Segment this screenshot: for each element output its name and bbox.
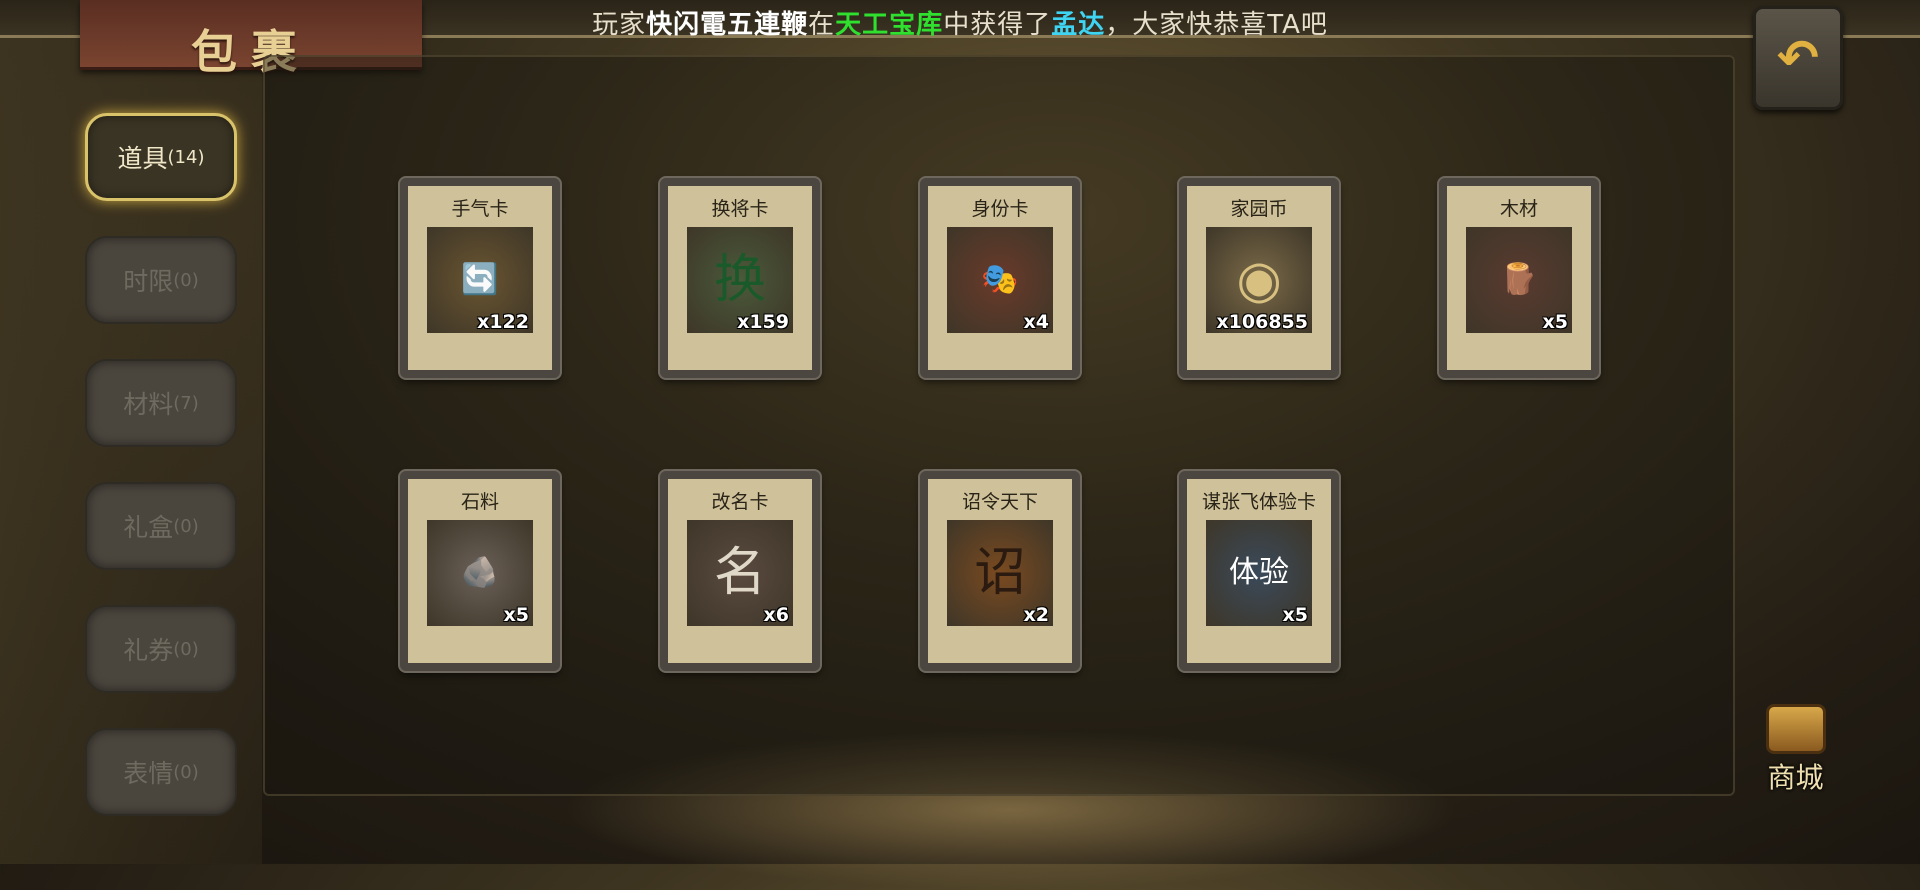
ticker-item: 孟达 — [1051, 10, 1106, 40]
item-quantity: x4 — [1023, 311, 1049, 333]
item-name: 木材 — [1499, 198, 1538, 220]
item-quantity: x5 — [503, 604, 529, 626]
item-card[interactable]: 改名卡名 x6 — [660, 471, 820, 671]
tab-label: 礼盒 — [123, 513, 174, 542]
item-quantity: x5 — [1282, 604, 1308, 626]
ticker-mid: 在 — [808, 10, 836, 40]
item-quantity: x106855 — [1216, 311, 1308, 333]
tab-count: (0) — [173, 269, 199, 291]
item-name: 手气卡 — [451, 198, 509, 220]
item-card[interactable]: 木材 🪵 x5 — [1439, 178, 1599, 378]
tab-timed[interactable]: 时限 (0) — [85, 236, 237, 324]
tab-count: (0) — [173, 515, 199, 537]
item-icon-box: 🪨 x5 — [427, 520, 533, 626]
item-name: 身份卡 — [971, 198, 1029, 220]
tab-count: (0) — [173, 638, 199, 660]
tab-label: 材料 — [123, 390, 174, 419]
item-card[interactable]: 诏令天下诏 x2 — [920, 471, 1080, 671]
item-card[interactable]: 谋张飞体验卡体验 x5 — [1179, 471, 1339, 671]
tab-emotes[interactable]: 表情 (0) — [85, 728, 237, 816]
jade-token-icon: 换 — [713, 250, 766, 310]
item-quantity: x159 — [737, 311, 789, 333]
tab-count: (14) — [167, 146, 205, 168]
opera-mask-icon: 🎭 — [981, 262, 1019, 297]
ticker-place: 天工宝库 — [835, 10, 944, 40]
shop-label: 商城 — [1767, 761, 1824, 794]
back-button[interactable]: ↶ — [1753, 6, 1843, 110]
item-icon-box: 换 x159 — [687, 227, 793, 333]
name-tag-icon: 名 — [713, 543, 766, 603]
general-portrait-icon: 体验 — [1229, 555, 1289, 590]
item-card[interactable]: 身份卡 🎭 x4 — [920, 178, 1080, 378]
shop-button[interactable]: 商城 — [1748, 704, 1843, 796]
item-icon-box: 🔄 x122 — [427, 227, 533, 333]
item-icon-box: ◉ x106855 — [1206, 227, 1312, 333]
item-icon-box: 🎭 x4 — [947, 227, 1053, 333]
back-arrow-icon: ↶ — [1777, 29, 1819, 87]
item-quantity: x122 — [477, 311, 529, 333]
ticker-player: 快闪電五連鞭 — [646, 10, 809, 40]
item-icon-box: 名 x6 — [687, 520, 793, 626]
item-name: 改名卡 — [711, 491, 769, 513]
item-name: 诏令天下 — [961, 491, 1038, 513]
item-card[interactable]: 换将卡换 x159 — [660, 178, 820, 378]
item-name: 谋张飞体验卡 — [1201, 491, 1316, 513]
tab-vouchers[interactable]: 礼券 (0) — [85, 605, 237, 693]
item-card[interactable]: 石料 🪨 x5 — [400, 471, 560, 671]
tab-materials[interactable]: 材料 (7) — [85, 359, 237, 447]
item-card[interactable]: 家园币 ◉ x106855 — [1179, 178, 1339, 378]
ticker-prefix: 玩家 — [592, 10, 647, 40]
item-quantity: x2 — [1023, 604, 1049, 626]
tab-count: (7) — [173, 392, 199, 414]
tab-label: 时限 — [123, 267, 174, 296]
item-icon-box: 🪵 x5 — [1466, 227, 1572, 333]
item-card[interactable]: 手气卡 🔄 x122 — [400, 178, 560, 378]
tab-label: 礼券 — [123, 636, 174, 665]
tab-items[interactable]: 道具 (14) — [85, 113, 237, 201]
tab-count: (0) — [173, 761, 199, 783]
tab-gift-box[interactable]: 礼盒 (0) — [85, 482, 237, 570]
item-name: 换将卡 — [711, 198, 769, 220]
inventory-panel — [263, 55, 1735, 796]
wood-icon: 🪵 — [1500, 262, 1538, 297]
tab-label: 表情 — [123, 759, 174, 788]
coin-icon: ◉ — [1236, 250, 1282, 310]
item-icon-box: 诏 x2 — [947, 520, 1053, 626]
swap-ring-card-icon: 🔄 — [461, 262, 499, 297]
scroll-icon: 诏 — [973, 543, 1026, 603]
tab-label: 道具 — [117, 144, 168, 173]
item-name: 石料 — [460, 491, 499, 513]
chest-icon — [1765, 704, 1826, 754]
item-icon-box: 体验 x5 — [1206, 520, 1312, 626]
item-quantity: x5 — [1542, 311, 1568, 333]
ticker-mid2: 中获得了 — [943, 10, 1052, 40]
item-quantity: x6 — [763, 604, 789, 626]
ticker-suffix: ，大家快恭喜TA吧 — [1105, 10, 1328, 40]
stone-icon: 🪨 — [461, 555, 499, 590]
item-name: 家园币 — [1230, 198, 1288, 220]
